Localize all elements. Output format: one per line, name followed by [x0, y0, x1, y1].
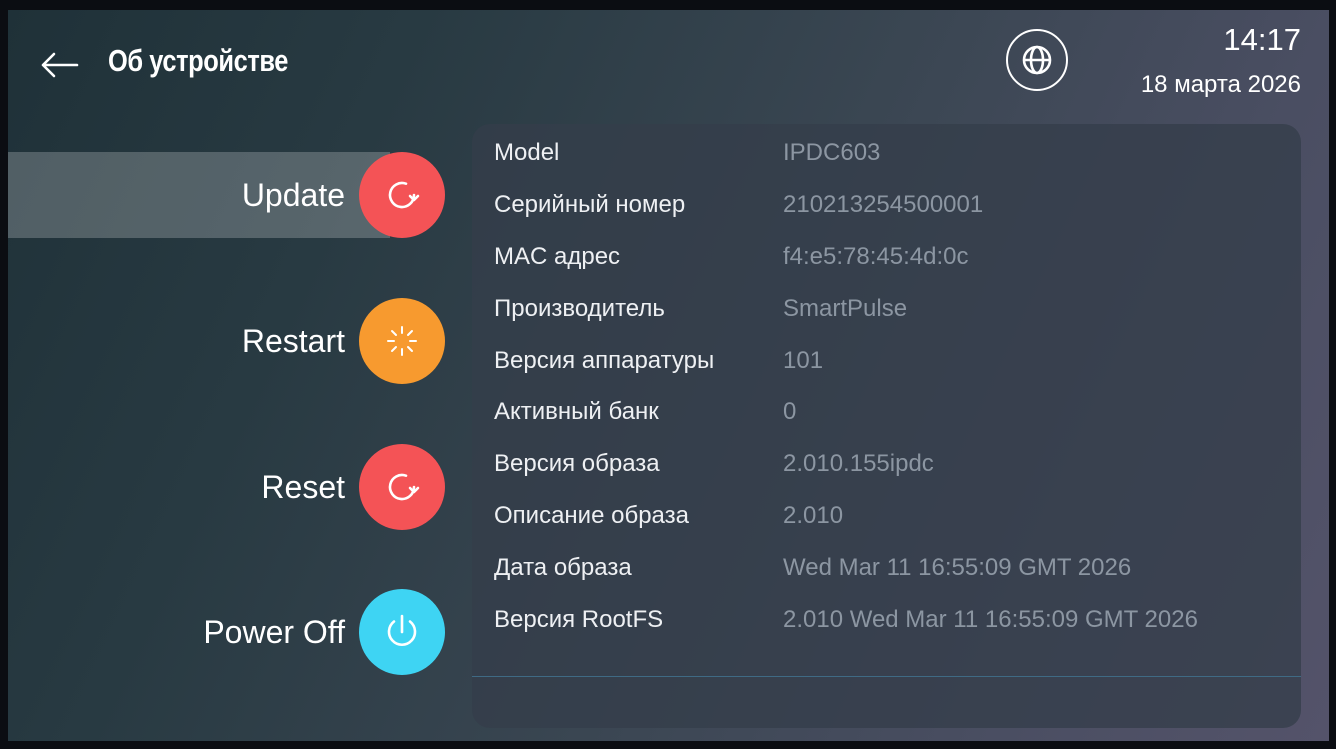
- info-value: 210213254500001: [783, 191, 984, 218]
- info-key: Производитель: [494, 295, 665, 322]
- refresh-icon: [388, 473, 420, 501]
- info-value: 101: [783, 347, 824, 374]
- clock-time: 14:17: [1223, 22, 1301, 57]
- info-key: Версия образа: [494, 450, 660, 477]
- info-key: Дата образа: [494, 554, 632, 581]
- info-key: Активный банк: [494, 398, 659, 425]
- info-key: Model: [494, 139, 560, 166]
- clock-date: 18 марта 2026: [1140, 71, 1301, 98]
- info-key: MAC адрес: [494, 243, 621, 270]
- info-value: SmartPulse: [783, 295, 908, 322]
- info-value: IPDC603: [783, 139, 881, 166]
- restart-button[interactable]: Restart: [8, 298, 445, 384]
- burst-icon: [387, 326, 417, 356]
- power-off-label: Power Off: [203, 613, 345, 650]
- power-icon: [387, 614, 417, 647]
- back-button[interactable]: [38, 48, 80, 82]
- restart-icon-circle: [359, 298, 445, 384]
- update-label: Update: [241, 176, 345, 213]
- language-button[interactable]: [1006, 29, 1068, 91]
- info-value: 2.010 Wed Mar 11 16:55:09 GMT 2026: [783, 606, 1198, 633]
- info-value: f4:e5:78:45:4d:0c: [783, 243, 969, 270]
- update-button[interactable]: Update: [8, 152, 445, 238]
- info-key: Версия аппаратуры: [494, 347, 715, 374]
- info-value: Wed Mar 11 16:55:09 GMT 2026: [783, 554, 1132, 581]
- reset-label: Reset: [261, 468, 345, 505]
- info-key: Версия RootFS: [494, 606, 664, 633]
- info-value: 0: [783, 398, 797, 425]
- refresh-icon: [388, 181, 420, 209]
- power-off-icon-circle: [359, 589, 445, 675]
- device-info-screen: Об устройстве 14:17 18 марта 2026 Update…: [8, 10, 1329, 741]
- info-value: 2.010: [783, 502, 844, 529]
- info-key: Описание образа: [494, 502, 689, 529]
- update-icon-circle: [359, 152, 445, 238]
- info-value: 2.010.155ipdc: [783, 450, 934, 477]
- power-off-button[interactable]: Power Off: [8, 589, 445, 675]
- reset-button[interactable]: Reset: [8, 444, 445, 530]
- info-key: Серийный номер: [494, 191, 686, 218]
- restart-label: Restart: [241, 322, 345, 359]
- reset-icon-circle: [359, 444, 445, 530]
- globe-icon: [1022, 45, 1052, 75]
- arrow-left-icon: [41, 52, 79, 78]
- device-info-panel: Model IPDC603 Серийный номер 21021325450…: [472, 124, 1301, 728]
- panel-divider: [472, 676, 1301, 677]
- page-title: Об устройстве: [108, 43, 289, 78]
